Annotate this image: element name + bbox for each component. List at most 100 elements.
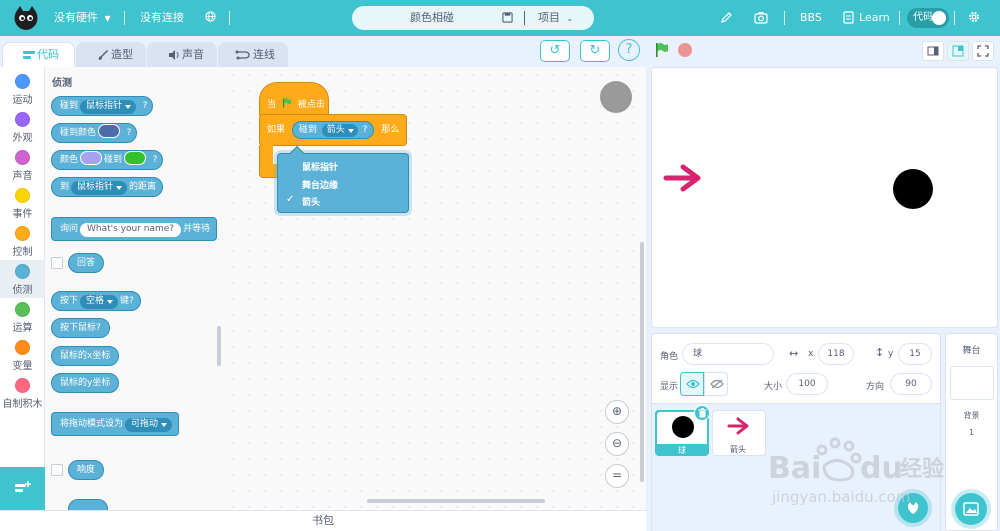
ball-sprite[interactable]	[893, 169, 933, 209]
block-distance-to[interactable]: 到鼠标指针 的距离	[51, 177, 164, 197]
green-flag-icon[interactable]	[654, 42, 670, 58]
bbs-link[interactable]: BBS	[800, 0, 822, 36]
workspace-vertical-scrollbar[interactable]	[640, 242, 644, 482]
gear-icon[interactable]	[967, 10, 981, 24]
category-label: 事件	[12, 209, 33, 220]
category-looks[interactable]: 外观	[0, 108, 45, 146]
add-sprite-button[interactable]	[898, 493, 928, 523]
block-set-drag-mode[interactable]: 将拖动模式设为 可拖动	[51, 412, 180, 436]
when-flag-clicked-block[interactable]: 当 被点击	[259, 82, 329, 118]
app-logo-icon[interactable]	[12, 4, 40, 32]
block-key-pressed[interactable]: 按下 空格 键?	[51, 291, 141, 311]
toggle-knob	[932, 11, 946, 25]
language-globe-icon[interactable]	[205, 0, 216, 36]
block-touching-color[interactable]: 碰到颜色?	[51, 123, 138, 143]
show-sprite-button[interactable]	[680, 372, 704, 396]
touching-condition-block[interactable]: 碰到 箭头 ?	[291, 121, 375, 139]
answer-checkbox[interactable]	[51, 257, 63, 269]
category-control[interactable]: 控制	[0, 222, 45, 260]
project-title-input[interactable]: 颜色相碰	[372, 6, 492, 30]
tab-code[interactable]: 代码	[2, 42, 75, 67]
cat-face-icon	[907, 502, 919, 514]
category-sensing[interactable]: 侦测	[0, 260, 45, 298]
category-operators[interactable]: 运算	[0, 298, 45, 336]
direction-input[interactable]: 90	[890, 373, 932, 395]
sprite-name-input[interactable]: 球	[682, 343, 774, 365]
color-swatch[interactable]	[124, 151, 147, 165]
backpack-bar[interactable]: 书包	[0, 510, 646, 531]
zoom-reset-button[interactable]: =	[605, 464, 629, 488]
block-touching[interactable]: 碰到 鼠标指针?	[51, 96, 154, 116]
category-motion[interactable]: 运动	[0, 70, 45, 108]
delete-sprite-button[interactable]	[694, 405, 710, 421]
y-label: y	[888, 349, 894, 359]
category-events[interactable]: 事件	[0, 184, 45, 222]
menu-item-arrow[interactable]: 箭头	[302, 195, 320, 208]
category-dot	[15, 340, 30, 355]
connection-menu[interactable]: 没有连接	[140, 0, 184, 36]
block-text-input[interactable]: What's your name?	[80, 223, 182, 237]
learn-link[interactable]: Learn	[859, 0, 890, 36]
category-sound[interactable]: 声音	[0, 146, 45, 184]
large-stage-icon	[952, 45, 964, 57]
color-swatch[interactable]	[80, 151, 103, 165]
zoom-in-button[interactable]: ⊕	[605, 400, 629, 424]
block-color-touching-color[interactable]: 颜色 碰到?	[51, 150, 164, 170]
block-dropdown[interactable]: 鼠标指针	[71, 181, 128, 195]
arrow-sprite[interactable]	[663, 162, 705, 194]
tab-costume[interactable]: 造型	[76, 42, 146, 67]
x-position-input[interactable]: 118	[818, 343, 854, 365]
block-dropdown[interactable]: 空格	[80, 295, 119, 309]
size-input[interactable]: 100	[786, 373, 828, 395]
fullscreen-button[interactable]	[972, 41, 994, 61]
block-answer[interactable]: 回答	[68, 253, 105, 273]
block-categories: 运动 外观 声音 事件 控制 侦测 运算 变量 自制积木	[0, 67, 45, 467]
block-partial[interactable]	[68, 499, 108, 510]
save-icon[interactable]	[502, 12, 513, 23]
tab-sound[interactable]: 声音	[147, 42, 217, 67]
stage-canvas[interactable]	[651, 67, 998, 328]
loudness-checkbox[interactable]	[51, 464, 63, 476]
block-mouse-x[interactable]: 鼠标的x坐标	[51, 346, 120, 366]
edit-pencil-icon[interactable]	[720, 11, 733, 24]
redo-button[interactable]: ↻	[580, 40, 610, 62]
color-swatch[interactable]	[98, 124, 121, 138]
block-mouse-y[interactable]: 鼠标的y坐标	[51, 373, 120, 393]
workspace-horizontal-scrollbar[interactable]	[367, 499, 545, 503]
tab-code-label: 代码	[37, 48, 59, 61]
y-position-input[interactable]: 15	[898, 343, 932, 365]
block-dropdown[interactable]: 鼠标指针	[80, 100, 137, 114]
tab-connect[interactable]: 连线	[218, 42, 288, 67]
hardware-menu[interactable]: 没有硬件 ▼	[54, 0, 111, 36]
category-label: 自制积木	[2, 399, 43, 410]
undo-button[interactable]: ↺	[540, 40, 570, 62]
category-variables[interactable]: 变量	[0, 336, 45, 374]
camera-icon[interactable]	[754, 11, 768, 24]
add-extension-button[interactable]	[0, 467, 45, 510]
menu-item-edge[interactable]: 舞台边缘	[302, 178, 338, 191]
small-stage-button[interactable]	[922, 41, 944, 61]
large-stage-button[interactable]	[947, 41, 969, 61]
category-my-blocks[interactable]: 自制积木	[0, 374, 45, 412]
sprite-card-name: 箭头	[730, 445, 746, 454]
block-ask-and-wait[interactable]: 询问 What's your name? 并等待	[51, 217, 218, 241]
block-dropdown[interactable]: 可拖动	[125, 418, 173, 432]
block-loudness[interactable]: 响度	[68, 460, 105, 480]
sprite-card-arrow[interactable]: 箭头	[712, 410, 766, 456]
zoom-out-button[interactable]: ⊖	[605, 432, 629, 456]
if-then-block[interactable]: 如果 碰到 箭头 ? 那么	[259, 114, 407, 146]
project-menu[interactable]: 项目 ⌄	[538, 6, 573, 31]
block-mouse-down[interactable]: 按下鼠标?	[51, 318, 110, 338]
touching-target-dropdown[interactable]: 箭头	[321, 124, 358, 137]
menu-item-mouse-pointer[interactable]: 鼠标指针	[302, 160, 338, 173]
add-backdrop-button[interactable]	[955, 493, 987, 525]
code-mode-toggle[interactable]: 代码	[907, 8, 949, 28]
palette-scrollbar[interactable]	[217, 326, 221, 366]
block-text: ?	[126, 128, 132, 138]
image-icon	[963, 502, 979, 516]
stop-icon[interactable]	[678, 43, 692, 57]
backdrop-thumbnail[interactable]	[950, 366, 994, 400]
help-button[interactable]: ?	[618, 39, 640, 61]
category-dot	[15, 150, 30, 165]
hide-sprite-button[interactable]	[704, 372, 728, 396]
